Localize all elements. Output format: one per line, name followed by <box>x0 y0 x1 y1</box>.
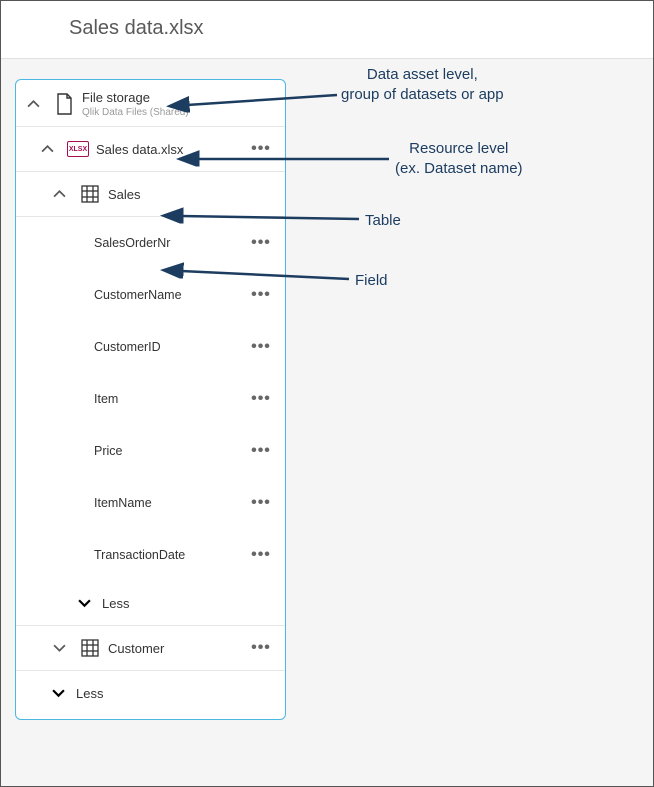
less-label: Less <box>70 686 103 701</box>
more-menu[interactable]: ••• <box>247 338 275 356</box>
field-row[interactable]: ItemName ••• <box>16 477 285 529</box>
table-customer-row[interactable]: Customer ••• <box>16 626 285 670</box>
table-sales-title: Sales <box>108 187 275 202</box>
lineage-tree-panel: File storage Qlik Data Files (Shared) XL… <box>15 79 286 720</box>
field-row[interactable]: TransactionDate ••• <box>16 529 285 581</box>
field-row[interactable]: SalesOrderNr ••• <box>16 217 285 269</box>
field-label: CustomerName <box>94 288 247 302</box>
table-sales-row[interactable]: Sales <box>16 172 285 216</box>
file-icon <box>50 93 78 115</box>
annotation-table: Table <box>365 211 401 231</box>
field-label: ItemName <box>94 496 247 510</box>
asset-row[interactable]: File storage Qlik Data Files (Shared) <box>16 82 285 126</box>
page-header: Sales data.xlsx <box>1 1 653 59</box>
resource-row[interactable]: XLSX Sales data.xlsx ••• <box>16 127 285 171</box>
field-label: SalesOrderNr <box>94 236 247 250</box>
more-menu[interactable]: ••• <box>247 390 275 408</box>
field-row[interactable]: Price ••• <box>16 425 285 477</box>
more-menu[interactable]: ••• <box>247 286 275 304</box>
chevron-down-icon <box>72 597 96 610</box>
less-toggle[interactable]: Less <box>16 671 285 715</box>
less-label: Less <box>96 596 129 611</box>
more-menu[interactable]: ••• <box>247 494 275 512</box>
field-row[interactable]: Item ••• <box>16 373 285 425</box>
chevron-up-icon[interactable] <box>30 143 64 156</box>
table-icon <box>76 639 104 657</box>
chevron-up-icon[interactable] <box>42 188 76 201</box>
less-toggle[interactable]: Less <box>16 581 285 625</box>
asset-title: File storage <box>82 90 275 105</box>
more-menu[interactable]: ••• <box>247 442 275 460</box>
more-menu[interactable]: ••• <box>247 639 275 657</box>
chevron-down-icon <box>46 687 70 700</box>
table-customer-title: Customer <box>108 641 247 656</box>
more-menu[interactable]: ••• <box>247 234 275 252</box>
annotation-field: Field <box>355 271 388 291</box>
more-menu[interactable]: ••• <box>247 140 275 158</box>
content-area: File storage Qlik Data Files (Shared) XL… <box>1 59 653 786</box>
field-label: CustomerID <box>94 340 247 354</box>
field-label: Price <box>94 444 247 458</box>
more-menu[interactable]: ••• <box>247 546 275 564</box>
field-row[interactable]: CustomerID ••• <box>16 321 285 373</box>
field-label: TransactionDate <box>94 548 247 562</box>
annotation-resource: Resource level(ex. Dataset name) <box>395 139 523 178</box>
annotation-asset: Data asset level,group of datasets or ap… <box>341 65 504 104</box>
chevron-up-icon[interactable] <box>16 98 50 111</box>
page-title: Sales data.xlsx <box>69 17 653 40</box>
xlsx-icon: XLSX <box>64 141 92 157</box>
resource-title: Sales data.xlsx <box>96 142 247 157</box>
chevron-down-icon[interactable] <box>42 642 76 655</box>
asset-subtitle: Qlik Data Files (Shared) <box>82 107 275 118</box>
field-row[interactable]: CustomerName ••• <box>16 269 285 321</box>
field-label: Item <box>94 392 247 406</box>
table-icon <box>76 185 104 203</box>
